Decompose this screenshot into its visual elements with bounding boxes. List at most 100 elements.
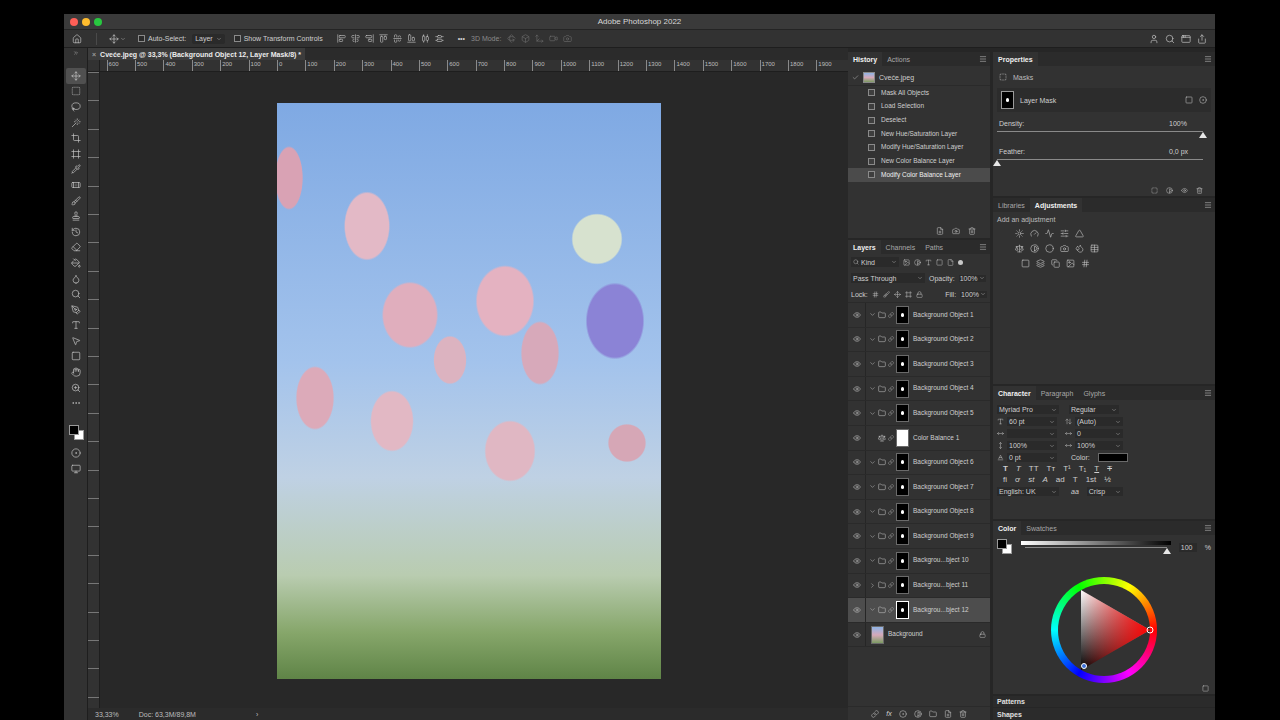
layer-row[interactable]: Color Balance 1 <box>848 426 990 451</box>
status-menu-arrow[interactable]: › <box>256 711 258 718</box>
panel-option-icon[interactable] <box>1202 685 1209 692</box>
adjustment-icon[interactable] <box>1060 244 1069 253</box>
tool-button[interactable] <box>66 68 86 84</box>
layer-row[interactable]: Background Object 2 <box>848 328 990 353</box>
new-layer-icon[interactable] <box>944 710 952 718</box>
type-style-button[interactable]: T <box>1094 465 1099 473</box>
layer-name[interactable]: Background <box>888 631 923 638</box>
canvas[interactable] <box>100 72 848 708</box>
opentype-button[interactable]: fi <box>1003 476 1007 484</box>
document-tab[interactable]: ×Cveće.jpeg @ 33,3% (Background Object 1… <box>88 48 305 60</box>
filter-icon[interactable] <box>914 259 921 266</box>
leading-field[interactable]: (Auto) <box>1065 417 1123 426</box>
quick-mask-icon[interactable] <box>71 448 81 458</box>
adjustment-icon[interactable] <box>1045 229 1054 238</box>
text-color-swatch[interactable] <box>1098 453 1128 462</box>
layer-name[interactable]: Background Object 4 <box>913 385 974 392</box>
visibility-eye-icon[interactable] <box>853 532 861 540</box>
panel-tab[interactable]: Libraries <box>993 198 1030 212</box>
mask-thumbnail[interactable] <box>896 330 909 348</box>
expanded-chevron-icon[interactable] <box>869 385 876 392</box>
lock-option-icon[interactable] <box>894 291 901 298</box>
visibility-eye-icon[interactable] <box>853 360 861 368</box>
color-swatches[interactable] <box>67 417 85 441</box>
expanded-chevron-icon[interactable] <box>869 410 876 417</box>
mask-thumbnail[interactable] <box>896 576 909 594</box>
panel-tab[interactable]: Paths <box>920 240 948 254</box>
3d-mode-icon[interactable] <box>507 34 516 43</box>
3d-mode-icon[interactable] <box>563 34 572 43</box>
type-style-button[interactable]: T <box>1016 465 1021 473</box>
layer-name[interactable]: Background Object 9 <box>913 533 974 540</box>
panel-menu-icon[interactable] <box>1204 524 1212 532</box>
history-item[interactable]: Modify Hue/Saturation Layer <box>848 141 990 155</box>
layer-row[interactable]: Backgrou...bject 10 <box>848 549 990 574</box>
tool-button[interactable] <box>66 177 86 193</box>
visibility-eye-icon[interactable] <box>853 409 861 417</box>
history-item[interactable]: Deselect <box>848 113 990 127</box>
tab-close-button[interactable]: × <box>92 51 96 58</box>
align-icon[interactable] <box>351 34 360 43</box>
history-item[interactable]: Modify Color Balance Layer <box>848 168 990 182</box>
adjustment-icon[interactable] <box>1090 244 1099 253</box>
checkbox[interactable] <box>234 35 241 42</box>
panel-tab[interactable]: History <box>848 52 882 66</box>
layer-mask-row[interactable]: Layer Mask <box>997 88 1211 112</box>
mask-thumbnail[interactable] <box>896 306 909 324</box>
tool-button[interactable] <box>66 255 86 271</box>
layer-name[interactable]: Backgrou...bject 11 <box>913 582 968 589</box>
visibility-eye-icon[interactable] <box>853 385 861 393</box>
panel-tab[interactable]: Actions <box>882 52 915 66</box>
visibility-eye-icon[interactable] <box>853 508 861 516</box>
tool-button[interactable] <box>66 84 86 100</box>
adjustment-icon[interactable] <box>1015 244 1024 253</box>
panel-menu-icon[interactable] <box>979 243 987 251</box>
adjustment-icon[interactable] <box>1030 229 1039 238</box>
tool-button[interactable] <box>66 302 86 318</box>
density-slider[interactable] <box>997 130 1203 138</box>
panel-menu-icon[interactable] <box>1204 389 1212 397</box>
tool-button[interactable] <box>66 380 86 396</box>
expanded-chevron-icon[interactable] <box>869 360 876 367</box>
vector-mask-icon[interactable] <box>1199 96 1207 104</box>
tool-button[interactable] <box>66 130 86 146</box>
tool-button[interactable] <box>66 208 86 224</box>
type-style-button[interactable]: T¹ <box>1063 465 1071 473</box>
panel-tab[interactable]: Channels <box>881 240 921 254</box>
align-icon[interactable] <box>407 34 416 43</box>
filter-icon[interactable] <box>936 259 943 266</box>
opentype-button[interactable]: ơ <box>1015 476 1020 484</box>
blend-mode-dropdown[interactable]: Pass Through <box>851 273 925 283</box>
type-style-button[interactable]: T <box>1003 465 1008 473</box>
pixel-mask-icon[interactable] <box>1185 96 1193 104</box>
workspace-icon[interactable] <box>1181 34 1191 44</box>
minimize-button[interactable] <box>82 18 90 26</box>
layer-style-button[interactable]: fx <box>886 710 891 717</box>
layer-name[interactable]: Color Balance 1 <box>913 435 959 442</box>
feather-slider[interactable] <box>997 158 1203 166</box>
adjustment-icon[interactable] <box>1015 229 1024 238</box>
layer-thumbnail[interactable] <box>871 626 884 644</box>
mask-thumbnail[interactable] <box>896 503 909 521</box>
expanded-chevron-icon[interactable] <box>869 606 876 613</box>
tool-button[interactable] <box>66 115 86 131</box>
visibility-eye-icon[interactable] <box>853 458 861 466</box>
history-snapshot[interactable]: Cveće.jpeg <box>848 70 990 86</box>
layer-row[interactable]: Background Object 4 <box>848 377 990 402</box>
type-style-button[interactable]: T₁ <box>1079 465 1087 473</box>
mask-thumbnail[interactable] <box>896 453 909 471</box>
tool-button[interactable] <box>66 364 86 380</box>
user-icon[interactable] <box>1149 34 1159 44</box>
expanded-chevron-icon[interactable] <box>869 508 876 515</box>
adjustment-icon[interactable] <box>1066 259 1075 268</box>
visibility-eye-icon[interactable] <box>853 631 861 639</box>
layer-name[interactable]: Backgrou...bject 12 <box>913 607 969 614</box>
type-style-button[interactable]: TT <box>1029 465 1039 473</box>
panel-tab[interactable]: Character <box>993 386 1036 400</box>
slider-thumb[interactable] <box>1199 132 1207 138</box>
delete-layer-icon[interactable] <box>959 710 967 718</box>
tracking-field[interactable]: 0 <box>1065 429 1123 438</box>
layer-name[interactable]: Background Object 2 <box>913 336 974 343</box>
tool-button[interactable] <box>66 271 86 287</box>
snapshot-icon[interactable] <box>952 227 960 235</box>
